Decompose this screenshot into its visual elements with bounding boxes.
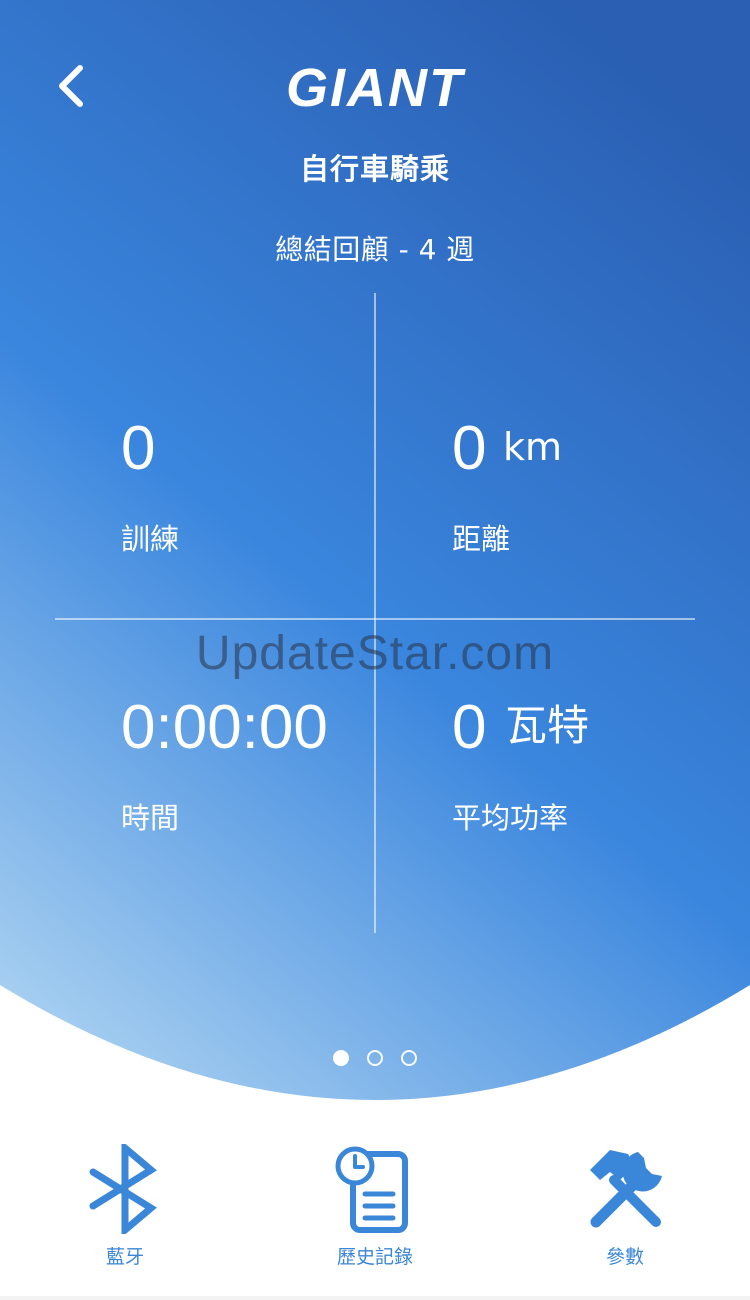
tab-bluetooth-label: 藍牙 [105, 1246, 144, 1268]
page-dot-1[interactable] [333, 1050, 349, 1066]
distance-unit: km [503, 425, 563, 469]
grid-divider-horizontal [55, 618, 695, 620]
avg-power-label: 平均功率 [452, 801, 569, 835]
distance-label: 距離 [452, 522, 511, 556]
watermark: UpdateStar.com [195, 627, 555, 680]
page-dot-2[interactable] [367, 1050, 383, 1066]
page-indicator [0, 1050, 750, 1070]
wrench-hammer-icon [590, 1150, 662, 1228]
clock-document-icon [335, 1146, 408, 1233]
back-button[interactable] [44, 56, 100, 116]
tab-settings-label: 參數 [605, 1246, 644, 1268]
page-dot-3[interactable] [401, 1050, 417, 1066]
bottom-tab-bar: 藍牙 歷史記錄 參數 [0, 1130, 750, 1280]
summary-title: 總結回顧 - 4 週 [275, 233, 475, 266]
logo-text: GIANT [286, 60, 466, 116]
tab-history[interactable]: 歷史記錄 [275, 1130, 475, 1270]
grid-divider-vertical [374, 293, 376, 933]
distance-value: 0 [452, 414, 487, 483]
avg-power-unit: 瓦特 [505, 701, 590, 750]
tab-history-label: 歷史記錄 [336, 1246, 413, 1268]
trainings-value: 0 [121, 414, 156, 483]
giant-logo: GIANT [205, 58, 545, 118]
time-value: 0:00:00 [121, 693, 328, 762]
chevron-left-icon [59, 65, 83, 107]
trainings-label: 訓練 [121, 522, 180, 556]
page-title: 自行車騎乘 [299, 152, 450, 186]
avg-power-value: 0 [452, 693, 487, 762]
bluetooth-icon [89, 1144, 157, 1234]
bottom-edge [0, 1296, 750, 1300]
tab-bluetooth[interactable]: 藍牙 [25, 1130, 225, 1270]
time-label: 時間 [121, 801, 180, 835]
tab-settings[interactable]: 參數 [525, 1130, 725, 1270]
